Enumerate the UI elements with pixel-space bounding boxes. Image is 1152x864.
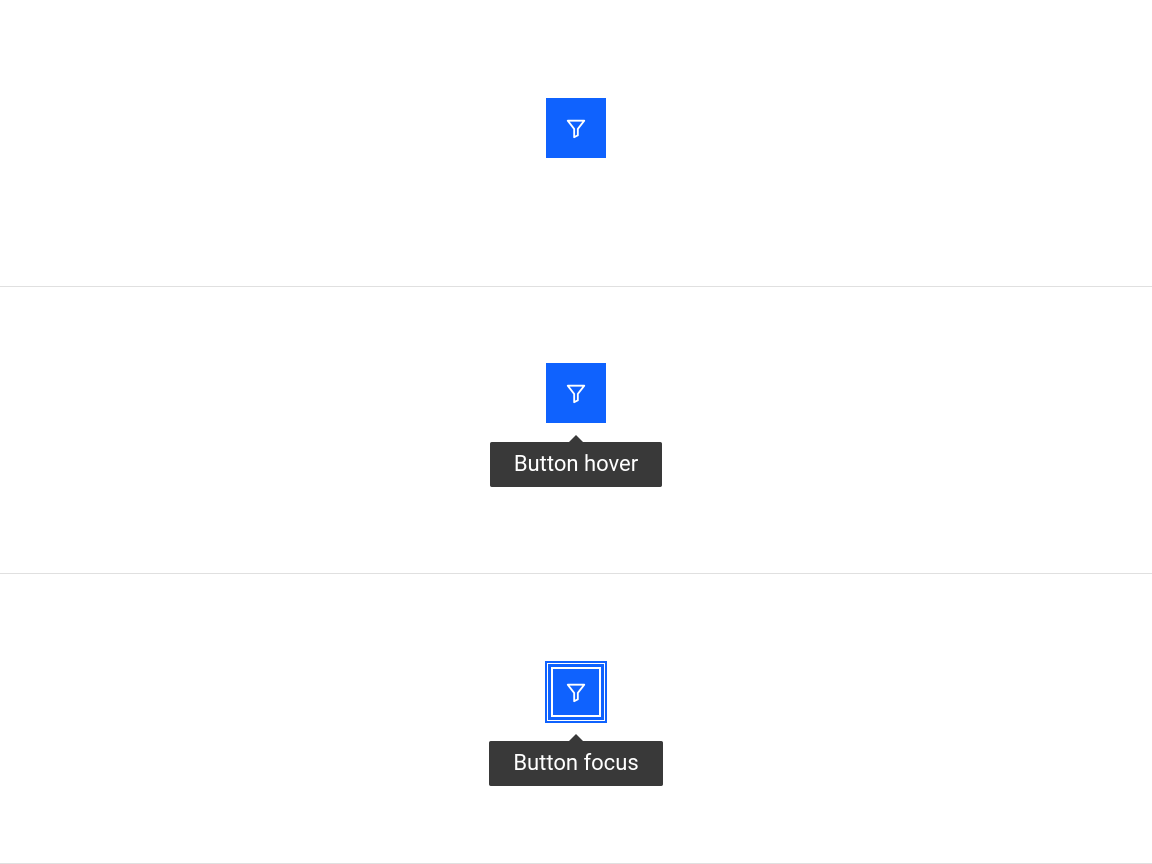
filter-icon (565, 681, 587, 703)
filter-icon (565, 382, 587, 404)
tooltip-hover: Button hover (490, 435, 662, 487)
button-default-section (0, 0, 1152, 287)
button-focus-section: Button focus (0, 574, 1152, 864)
filter-button-focus[interactable] (546, 662, 606, 722)
tooltip-focus: Button focus (489, 734, 662, 786)
filter-button-default[interactable] (546, 98, 606, 158)
filter-icon (565, 117, 587, 139)
button-default-container (546, 98, 606, 158)
filter-button-hover[interactable] (546, 363, 606, 423)
button-focus-container: Button focus (489, 662, 662, 786)
button-hover-container: Button hover (490, 363, 662, 487)
button-hover-section: Button hover (0, 287, 1152, 574)
tooltip-text: Button focus (489, 741, 662, 786)
tooltip-text: Button hover (490, 442, 662, 487)
